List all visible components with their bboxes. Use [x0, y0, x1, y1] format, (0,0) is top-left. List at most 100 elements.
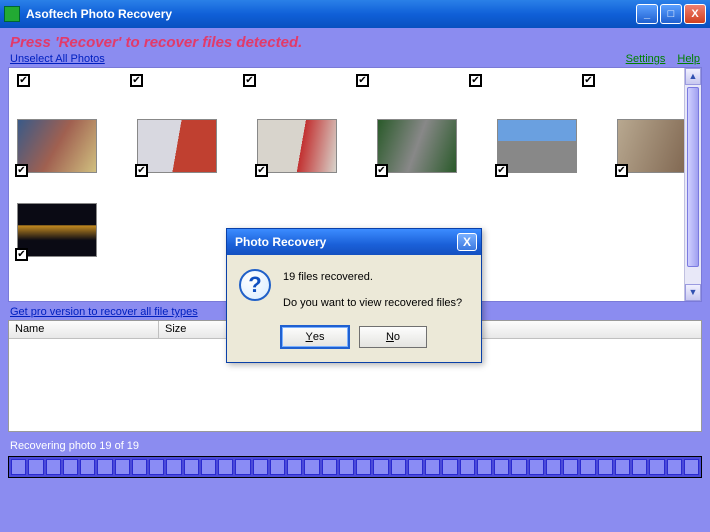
progress-segment — [235, 459, 250, 475]
thumb-cell[interactable] — [137, 119, 217, 175]
main-panel: Press 'Recover' to recover files detecte… — [0, 28, 710, 532]
progress-segment — [684, 459, 699, 475]
progress-segment — [649, 459, 664, 475]
dialog-close-button[interactable]: X — [457, 233, 477, 251]
progress-segment — [63, 459, 78, 475]
thumb-checkbox[interactable] — [356, 74, 369, 87]
progress-segment — [563, 459, 578, 475]
col-blank — [459, 321, 701, 338]
link-bar: Unselect All Photos Settings Help — [8, 53, 702, 67]
minimize-button[interactable]: _ — [636, 4, 658, 24]
thumb-cell[interactable] — [17, 119, 97, 175]
dialog-message: 19 files recovered. Do you want to view … — [283, 269, 462, 312]
help-link[interactable]: Help — [677, 53, 700, 65]
progress-segment — [11, 459, 26, 475]
window-title: Asoftech Photo Recovery — [26, 7, 634, 21]
progress-segment — [598, 459, 613, 475]
thumb-cell[interactable] — [377, 119, 457, 175]
dialog-line2: Do you want to view recovered files? — [283, 295, 462, 313]
thumb-checkbox[interactable] — [255, 164, 268, 177]
progress-segment — [580, 459, 595, 475]
scroll-thumb[interactable] — [687, 87, 699, 267]
progress-segment — [322, 459, 337, 475]
progress-segment — [28, 459, 43, 475]
progress-segment — [391, 459, 406, 475]
yes-button[interactable]: Yes — [281, 326, 349, 348]
photo-thumb — [377, 119, 457, 173]
dialog-line1: 19 files recovered. — [283, 269, 462, 287]
thumb-checkbox[interactable] — [15, 164, 28, 177]
progress-segment — [184, 459, 199, 475]
settings-link[interactable]: Settings — [626, 53, 666, 65]
progress-segment — [442, 459, 457, 475]
pro-version-link[interactable]: Get pro version to recover all file type… — [10, 306, 198, 318]
progress-segment — [546, 459, 561, 475]
progress-segment — [132, 459, 147, 475]
progress-segment — [270, 459, 285, 475]
progress-segment — [80, 459, 95, 475]
progress-segment — [218, 459, 233, 475]
thumb-checkbox[interactable] — [469, 74, 482, 87]
progress-segment — [615, 459, 630, 475]
progress-segment — [408, 459, 423, 475]
scroll-down-arrow[interactable]: ▼ — [685, 284, 701, 301]
progress-segment — [149, 459, 164, 475]
gallery-scrollbar[interactable]: ▲ ▼ — [684, 68, 701, 301]
thumb-cell[interactable] — [17, 203, 101, 259]
progress-segment — [477, 459, 492, 475]
progress-segment — [201, 459, 216, 475]
progress-segment — [115, 459, 130, 475]
progress-segment — [46, 459, 61, 475]
thumb-cell[interactable] — [497, 119, 577, 175]
gallery-row-checkboxes — [13, 74, 680, 87]
progress-segment — [511, 459, 526, 475]
progress-segment — [373, 459, 388, 475]
thumb-checkbox[interactable] — [582, 74, 595, 87]
progress-bar — [8, 456, 702, 478]
progress-segment — [667, 459, 682, 475]
progress-segment — [304, 459, 319, 475]
progress-segment — [356, 459, 371, 475]
thumb-cell[interactable] — [617, 119, 684, 175]
progress-segment — [253, 459, 268, 475]
progress-segment — [339, 459, 354, 475]
question-icon: ? — [239, 269, 271, 301]
instruction-text: Press 'Recover' to recover files detecte… — [8, 28, 702, 53]
thumb-checkbox[interactable] — [135, 164, 148, 177]
thumb-checkbox[interactable] — [17, 74, 30, 87]
no-button[interactable]: No — [359, 326, 427, 348]
thumb-checkbox[interactable] — [615, 164, 628, 177]
progress-segment — [460, 459, 475, 475]
progress-segment — [166, 459, 181, 475]
thumb-checkbox[interactable] — [375, 164, 388, 177]
scroll-up-arrow[interactable]: ▲ — [685, 68, 701, 85]
progress-segment — [287, 459, 302, 475]
thumb-checkbox[interactable] — [130, 74, 143, 87]
progress-segment — [425, 459, 440, 475]
recovery-dialog: Photo Recovery X ? 19 files recovered. D… — [226, 228, 482, 363]
photo-thumb — [137, 119, 217, 173]
photo-thumb — [497, 119, 577, 173]
status-text: Recovering photo 19 of 19 — [8, 432, 702, 456]
col-name[interactable]: Name — [9, 321, 159, 338]
progress-segment — [632, 459, 647, 475]
thumb-cell[interactable] — [257, 119, 337, 175]
thumb-checkbox[interactable] — [495, 164, 508, 177]
progress-segment — [529, 459, 544, 475]
photo-thumb — [257, 119, 337, 173]
unselect-all-link[interactable]: Unselect All Photos — [10, 53, 105, 65]
thumb-checkbox[interactable] — [15, 248, 28, 261]
maximize-button[interactable]: □ — [660, 4, 682, 24]
photo-thumb — [17, 203, 97, 257]
dialog-titlebar[interactable]: Photo Recovery X — [227, 229, 481, 255]
thumb-checkbox[interactable] — [243, 74, 256, 87]
close-button[interactable]: X — [684, 4, 706, 24]
app-icon — [4, 6, 20, 22]
progress-segment — [494, 459, 509, 475]
titlebar: Asoftech Photo Recovery _ □ X — [0, 0, 710, 28]
photo-thumb — [17, 119, 97, 173]
dialog-title: Photo Recovery — [235, 235, 457, 249]
scroll-track[interactable] — [685, 85, 701, 284]
progress-segment — [97, 459, 112, 475]
gallery-row — [13, 119, 680, 175]
